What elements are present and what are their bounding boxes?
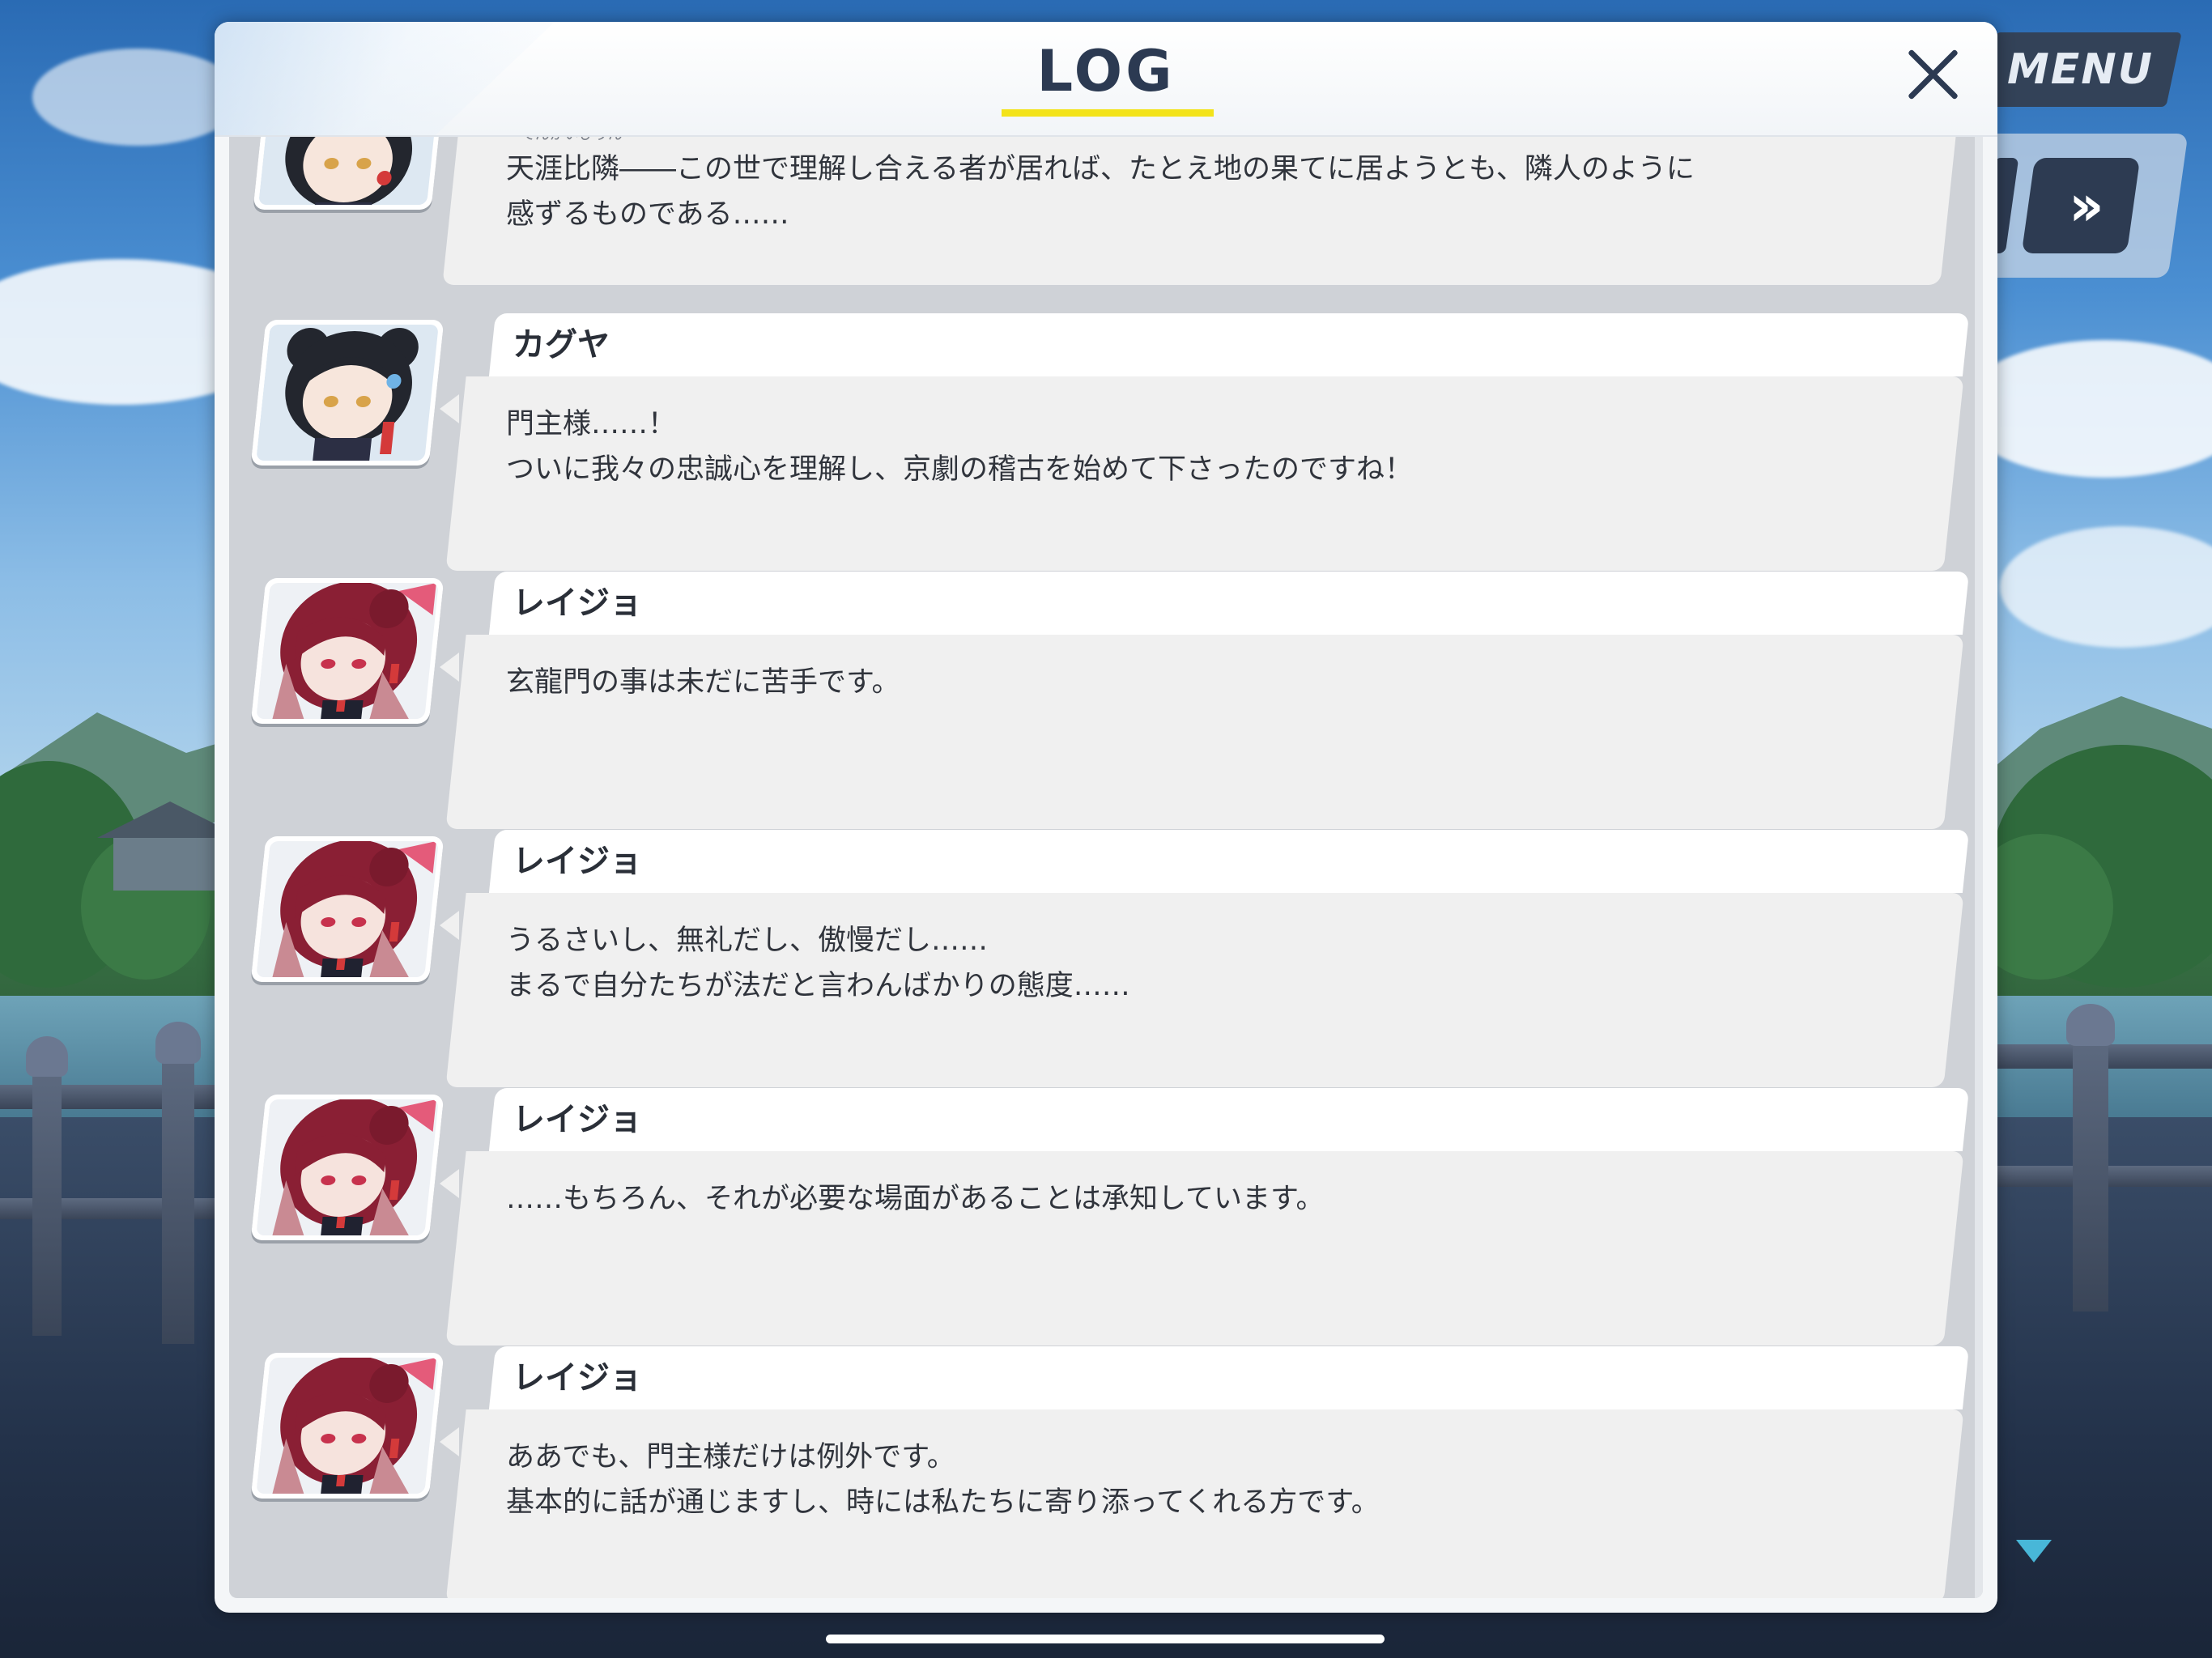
bubble-pointer [440,1169,459,1198]
speaker-name: レイジョ [513,1101,642,1138]
avatar-reijo [250,578,445,724]
speaker-name-tab [488,1346,1970,1409]
log-list[interactable]: てんがいひりん 天涯比隣――この世で理解し合える者が居れば、たとえ地の果てに居よ… [229,137,1983,1598]
fast-forward-button[interactable]: ›› [2021,158,2141,253]
log-header: LOG [215,22,1997,137]
message-line: まるで自分たちが法だと言わんばかりの態度…… [506,970,1130,1002]
bubble-pointer [440,394,459,423]
message-line: 玄龍門の事は未だに苦手です。 [506,666,900,699]
ruby-text: てんがいひりん [521,137,623,144]
close-icon[interactable] [1896,38,1969,111]
avatar-reijo [250,836,445,982]
railing-post [2073,1036,2108,1312]
fast-forward-icon: ›› [2069,172,2093,239]
message-line: ついに我々の忠誠心を理解し、京劇の稽古を始めて下さったのですね！ [506,453,1414,486]
message-line: 天涯比隣――この世で理解し合える者が居れば、たとえ地の果てに居ようとも、隣人のよ… [506,153,1695,185]
speaker-name: レイジョ [513,585,642,622]
log-title: LOG [1036,38,1176,104]
speaker-name: レイジョ [513,1359,642,1397]
railing-post [32,1069,62,1336]
log-entry: てんがいひりん 天涯比隣――この世で理解し合える者が居れば、たとえ地の果てに居よ… [229,137,1983,285]
message-line: ああでも、門主様だけは例外です。 [506,1441,955,1473]
speaker-name: カグヤ [513,326,610,363]
log-entry: カグヤ 門主様……！ ついに我々の忠誠心を理解し、京劇の稽古を始めて下さったので… [229,313,1983,571]
speaker-name-tab [488,313,1970,376]
log-dialog: LOG てんがいひりん [215,22,1997,1613]
message-line: 感ずるものである…… [506,198,789,231]
message-line: うるさいし、無礼だし、傲慢だし…… [506,925,989,957]
menu-label: MENU [2007,45,2155,94]
menu-button[interactable]: MENU [1980,32,2182,107]
speaker-name-tab [488,1088,1970,1151]
bubble-pointer [440,911,459,940]
scroll-down-arrow-icon[interactable] [2016,1540,2052,1562]
message-line: ……もちろん、それが必要な場面があることは承知しています。 [506,1183,1325,1215]
avatar-kaguya [253,137,442,210]
avatar-reijo [250,1095,445,1240]
speaker-name-tab [488,830,1970,893]
message-line: 基本的に話が通じますし、時には私たちに寄り添ってくれる方です。 [506,1486,1380,1519]
title-underline [1002,109,1214,117]
log-entry: レイジョ うるさいし、無礼だし、傲慢だし…… まるで自分たちが法だと言わんばかり… [229,830,1983,1087]
railing-cap [155,1022,201,1064]
speaker-name: レイジョ [513,843,642,880]
bubble-pointer [440,1427,459,1456]
railing-cap [2066,1004,2115,1046]
railing-post [162,1052,194,1344]
speaker-name-tab [488,572,1970,635]
log-entry: レイジョ ……もちろん、それが必要な場面があることは承知しています。 [229,1088,1983,1346]
avatar-reijo [250,1353,445,1499]
home-indicator[interactable] [826,1635,1385,1643]
avatar-kaguya [250,320,445,466]
message-line: 門主様……！ [506,408,677,440]
scrollbar-track[interactable] [1975,137,1983,1598]
log-entry: レイジョ ああでも、門主様だけは例外です。 基本的に話が通じますし、時には私たち… [229,1346,1983,1598]
log-entry: レイジョ 玄龍門の事は未だに苦手です。 [229,572,1983,829]
railing-cap [26,1036,68,1077]
bubble-pointer [440,653,459,682]
